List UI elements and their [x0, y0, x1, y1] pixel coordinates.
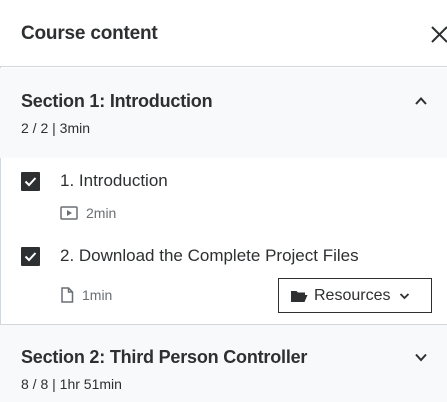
close-icon [431, 26, 447, 43]
resources-label: Resources [314, 286, 391, 304]
lecture-title: 1. Introduction [60, 171, 168, 190]
lecture-item[interactable]: 2. Download the Complete Project Files 1… [0, 234, 447, 324]
section-introduction-header[interactable]: Section 1: Introduction 2 / 2 | 3min [0, 68, 447, 158]
folder-icon [290, 290, 308, 302]
lecture-duration: 2min [60, 205, 116, 221]
lecture-title: 2. Download the Complete Project Files [60, 246, 359, 265]
section-title: Section 1: Introduction [21, 91, 213, 111]
course-content-header: Course content [0, 0, 447, 67]
completed-checkbox[interactable] [21, 172, 40, 191]
lecture-item[interactable]: 1. Introduction 2min [0, 158, 447, 234]
chevron-up-icon[interactable] [413, 93, 429, 109]
video-icon [60, 206, 78, 220]
check-icon [24, 177, 37, 187]
completed-checkbox[interactable] [21, 247, 40, 266]
resources-dropdown-button[interactable]: Resources [278, 278, 432, 313]
section-title: Section 2: Third Person Controller [21, 347, 308, 367]
lecture-duration: 1min [60, 287, 112, 303]
panel-title: Course content [21, 23, 158, 44]
section-third-person-controller-header[interactable]: Section 2: Third Person Controller 8 / 8… [0, 324, 447, 402]
close-button[interactable] [429, 18, 447, 48]
section-progress: 2 / 2 | 3min [21, 120, 91, 136]
chevron-down-icon[interactable] [413, 349, 429, 365]
duration-text: 1min [82, 287, 113, 303]
file-icon [61, 287, 74, 303]
section-progress: 8 / 8 | 1hr 51min [21, 376, 122, 392]
chevron-down-icon [400, 292, 410, 299]
duration-text: 2min [86, 205, 117, 221]
check-icon [24, 252, 37, 262]
